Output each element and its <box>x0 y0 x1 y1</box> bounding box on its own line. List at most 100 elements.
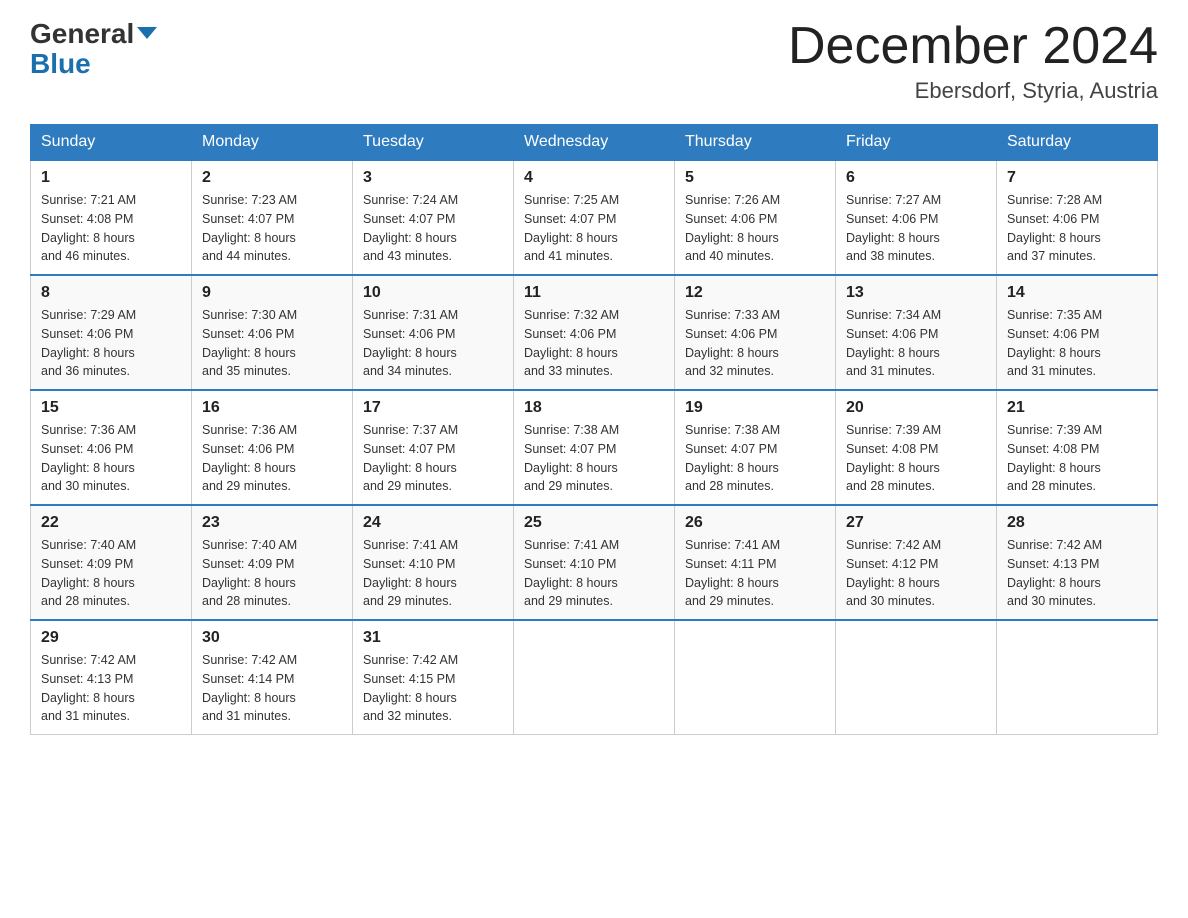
logo-text-line1: General <box>30 20 157 48</box>
calendar-cell: 1Sunrise: 7:21 AMSunset: 4:08 PMDaylight… <box>31 160 192 275</box>
logo-text-line2: Blue <box>30 50 91 78</box>
calendar-cell: 3 Sunrise: 7:24 AMSunset: 4:07 PMDaylight… <box>353 160 514 275</box>
day-number: 3 <box>363 169 503 187</box>
logo: General Blue <box>30 20 157 78</box>
calendar-week-row: 8 Sunrise: 7:29 AMSunset: 4:06 PMDaylight… <box>31 275 1158 390</box>
header-row: Sunday Monday Tuesday Wednesday Thursday… <box>31 125 1158 161</box>
calendar-cell: 10 Sunrise: 7:31 AMSunset: 4:06 PMDayligh… <box>353 275 514 390</box>
day-number: 25 <box>524 514 664 532</box>
calendar-cell: 30Sunrise: 7:42 AMSunset: 4:14 PMDayligh… <box>192 620 353 735</box>
calendar-cell: 29 Sunrise: 7:42 AMSunset: 4:13 PMDayligh… <box>31 620 192 735</box>
day-info: Sunrise: 7:39 AMSunset: 4:08 PMDaylight:… <box>846 421 986 496</box>
col-saturday: Saturday <box>997 125 1158 161</box>
col-wednesday: Wednesday <box>514 125 675 161</box>
day-info: Sunrise: 7:24 AMSunset: 4:07 PMDaylight:… <box>363 191 503 266</box>
day-info: Sunrise: 7:42 AMSunset: 4:14 PMDaylight:… <box>202 651 342 726</box>
calendar-cell: 15 Sunrise: 7:36 AMSunset: 4:06 PMDayligh… <box>31 390 192 505</box>
day-number: 7 <box>1007 169 1147 187</box>
day-info: Sunrise: 7:33 AMSunset: 4:06 PMDaylight:… <box>685 306 825 381</box>
day-info: Sunrise: 7:31 AMSunset: 4:06 PMDaylight:… <box>363 306 503 381</box>
logo-general: General <box>30 18 134 49</box>
day-info: Sunrise: 7:27 AMSunset: 4:06 PMDaylight:… <box>846 191 986 266</box>
day-number: 31 <box>363 629 503 647</box>
calendar-body: 1Sunrise: 7:21 AMSunset: 4:08 PMDaylight… <box>31 160 1158 735</box>
day-info: Sunrise: 7:38 AMSunset: 4:07 PMDaylight:… <box>685 421 825 496</box>
day-number: 14 <box>1007 284 1147 302</box>
day-number: 18 <box>524 399 664 417</box>
calendar-cell <box>514 620 675 735</box>
calendar-cell: 17 Sunrise: 7:37 AMSunset: 4:07 PMDayligh… <box>353 390 514 505</box>
day-number: 10 <box>363 284 503 302</box>
calendar-week-row: 1Sunrise: 7:21 AMSunset: 4:08 PMDaylight… <box>31 160 1158 275</box>
day-info: Sunrise: 7:25 AMSunset: 4:07 PMDaylight:… <box>524 191 664 266</box>
day-info: Sunrise: 7:42 AMSunset: 4:12 PMDaylight:… <box>846 536 986 611</box>
day-info: Sunrise: 7:28 AMSunset: 4:06 PMDaylight:… <box>1007 191 1147 266</box>
page-header: General Blue December 2024 Ebersdorf, St… <box>30 20 1158 104</box>
day-number: 22 <box>41 514 181 532</box>
day-info: Sunrise: 7:29 AMSunset: 4:06 PMDaylight:… <box>41 306 181 381</box>
day-info: Sunrise: 7:37 AMSunset: 4:07 PMDaylight:… <box>363 421 503 496</box>
day-info: Sunrise: 7:32 AMSunset: 4:06 PMDaylight:… <box>524 306 664 381</box>
calendar-week-row: 15 Sunrise: 7:36 AMSunset: 4:06 PMDayligh… <box>31 390 1158 505</box>
calendar-cell: 28 Sunrise: 7:42 AMSunset: 4:13 PMDayligh… <box>997 505 1158 620</box>
day-number: 5 <box>685 169 825 187</box>
calendar-cell: 13Sunrise: 7:34 AMSunset: 4:06 PMDayligh… <box>836 275 997 390</box>
calendar-cell: 12Sunrise: 7:33 AMSunset: 4:06 PMDayligh… <box>675 275 836 390</box>
day-number: 24 <box>363 514 503 532</box>
day-number: 15 <box>41 399 181 417</box>
day-number: 4 <box>524 169 664 187</box>
calendar-cell <box>675 620 836 735</box>
day-info: Sunrise: 7:26 AMSunset: 4:06 PMDaylight:… <box>685 191 825 266</box>
day-number: 11 <box>524 284 664 302</box>
col-friday: Friday <box>836 125 997 161</box>
col-monday: Monday <box>192 125 353 161</box>
day-info: Sunrise: 7:36 AMSunset: 4:06 PMDaylight:… <box>41 421 181 496</box>
calendar-cell: 9 Sunrise: 7:30 AMSunset: 4:06 PMDaylight… <box>192 275 353 390</box>
col-sunday: Sunday <box>31 125 192 161</box>
title-block: December 2024 Ebersdorf, Styria, Austria <box>788 20 1158 104</box>
day-info: Sunrise: 7:42 AMSunset: 4:13 PMDaylight:… <box>41 651 181 726</box>
day-number: 20 <box>846 399 986 417</box>
day-number: 28 <box>1007 514 1147 532</box>
day-info: Sunrise: 7:30 AMSunset: 4:06 PMDaylight:… <box>202 306 342 381</box>
month-title: December 2024 <box>788 20 1158 72</box>
calendar-cell <box>997 620 1158 735</box>
calendar-cell: 19 Sunrise: 7:38 AMSunset: 4:07 PMDayligh… <box>675 390 836 505</box>
calendar-cell: 4 Sunrise: 7:25 AMSunset: 4:07 PMDaylight… <box>514 160 675 275</box>
day-number: 1 <box>41 169 181 187</box>
day-info: Sunrise: 7:23 AMSunset: 4:07 PMDaylight:… <box>202 191 342 266</box>
day-number: 17 <box>363 399 503 417</box>
calendar-cell: 25 Sunrise: 7:41 AMSunset: 4:10 PMDayligh… <box>514 505 675 620</box>
calendar-cell: 14 Sunrise: 7:35 AMSunset: 4:06 PMDayligh… <box>997 275 1158 390</box>
col-thursday: Thursday <box>675 125 836 161</box>
calendar-cell: 16Sunrise: 7:36 AMSunset: 4:06 PMDayligh… <box>192 390 353 505</box>
calendar-cell: 8 Sunrise: 7:29 AMSunset: 4:06 PMDaylight… <box>31 275 192 390</box>
logo-triangle-icon <box>137 27 157 39</box>
calendar-cell: 5 Sunrise: 7:26 AMSunset: 4:06 PMDaylight… <box>675 160 836 275</box>
day-number: 8 <box>41 284 181 302</box>
day-info: Sunrise: 7:40 AMSunset: 4:09 PMDaylight:… <box>41 536 181 611</box>
calendar-cell: 24Sunrise: 7:41 AMSunset: 4:10 PMDayligh… <box>353 505 514 620</box>
day-number: 9 <box>202 284 342 302</box>
day-info: Sunrise: 7:41 AMSunset: 4:10 PMDaylight:… <box>524 536 664 611</box>
day-number: 23 <box>202 514 342 532</box>
day-info: Sunrise: 7:42 AMSunset: 4:13 PMDaylight:… <box>1007 536 1147 611</box>
day-info: Sunrise: 7:40 AMSunset: 4:09 PMDaylight:… <box>202 536 342 611</box>
col-tuesday: Tuesday <box>353 125 514 161</box>
day-info: Sunrise: 7:34 AMSunset: 4:06 PMDaylight:… <box>846 306 986 381</box>
calendar-cell: 6 Sunrise: 7:27 AMSunset: 4:06 PMDaylight… <box>836 160 997 275</box>
day-info: Sunrise: 7:38 AMSunset: 4:07 PMDaylight:… <box>524 421 664 496</box>
day-number: 26 <box>685 514 825 532</box>
day-number: 6 <box>846 169 986 187</box>
day-info: Sunrise: 7:36 AMSunset: 4:06 PMDaylight:… <box>202 421 342 496</box>
calendar-cell: 22 Sunrise: 7:40 AMSunset: 4:09 PMDayligh… <box>31 505 192 620</box>
day-number: 29 <box>41 629 181 647</box>
calendar-cell: 31Sunrise: 7:42 AMSunset: 4:15 PMDayligh… <box>353 620 514 735</box>
day-info: Sunrise: 7:39 AMSunset: 4:08 PMDaylight:… <box>1007 421 1147 496</box>
day-info: Sunrise: 7:35 AMSunset: 4:06 PMDaylight:… <box>1007 306 1147 381</box>
calendar-cell: 21 Sunrise: 7:39 AMSunset: 4:08 PMDayligh… <box>997 390 1158 505</box>
day-info: Sunrise: 7:41 AMSunset: 4:11 PMDaylight:… <box>685 536 825 611</box>
calendar-table: Sunday Monday Tuesday Wednesday Thursday… <box>30 124 1158 735</box>
day-number: 21 <box>1007 399 1147 417</box>
day-number: 19 <box>685 399 825 417</box>
